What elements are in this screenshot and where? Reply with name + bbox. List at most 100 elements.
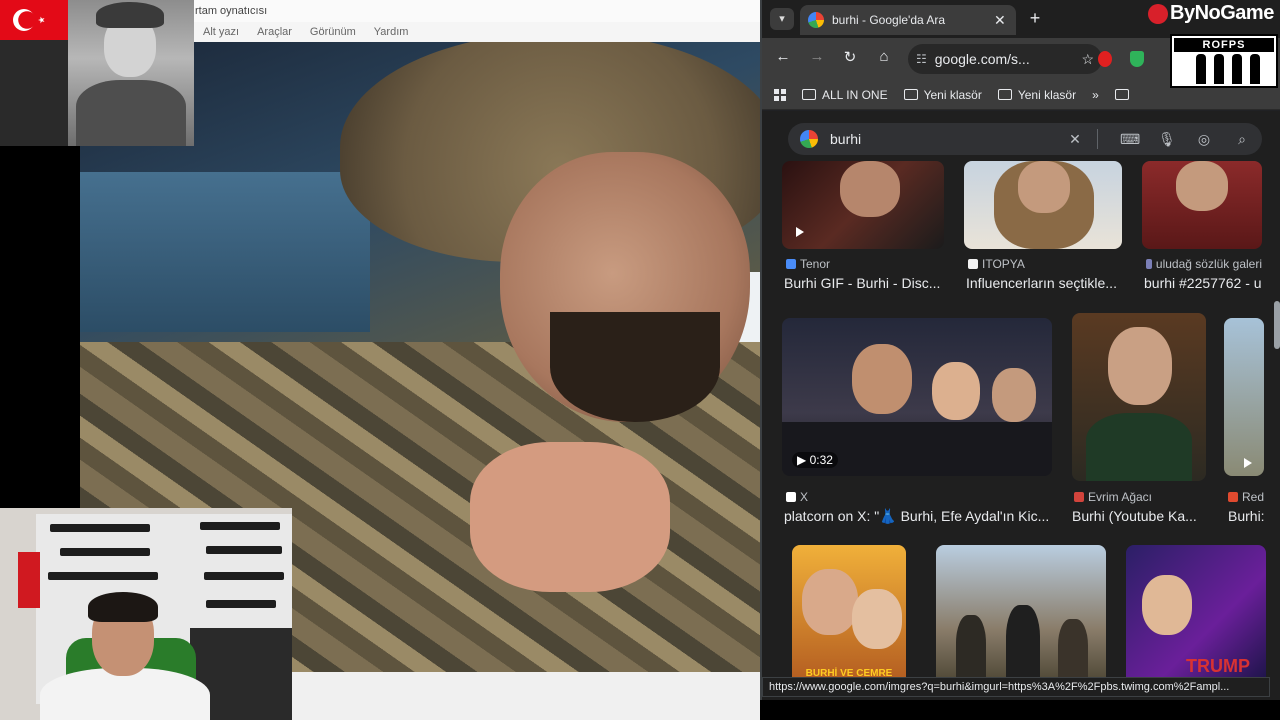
play-icon	[796, 227, 804, 237]
play-icon	[1244, 458, 1252, 468]
shield-extension-icon[interactable]	[1130, 51, 1144, 67]
result-source: Red	[1228, 490, 1268, 504]
thumb-figure	[1006, 605, 1040, 685]
tab-close-icon[interactable]: ✕	[994, 12, 1008, 29]
google-g-icon	[800, 130, 818, 148]
result-source: ITOPYA	[968, 257, 1025, 271]
thumb-face	[1108, 327, 1172, 405]
search-query[interactable]: burhi	[830, 131, 1045, 147]
portrait-coat	[76, 80, 186, 146]
bookmark-folder-yeni-2[interactable]: Yeni klasör	[997, 87, 1077, 102]
home-icon[interactable]: ⌂	[873, 48, 895, 65]
tenor-favicon-icon	[786, 259, 796, 269]
thumb-face	[852, 344, 912, 414]
bynogame-logo-text: ByNoGame	[1170, 2, 1274, 24]
rofps-logo-text: ROFPS AIRSOFT	[1174, 38, 1274, 65]
result-source: X	[786, 490, 808, 504]
menu-subtitles[interactable]: Alt yazı	[203, 26, 239, 38]
airsoft-rifle-icon	[204, 572, 284, 580]
thumb-face	[840, 161, 900, 217]
bookmark-label: ALL IN ONE	[822, 87, 888, 102]
result-source: Evrim Ağacı	[1074, 490, 1152, 504]
link-status-bar: https://www.google.com/imgres?q=burhi&im…	[762, 677, 1270, 697]
player-menu-bar: Alt yazı Araçlar Görünüm Yardım	[193, 22, 760, 42]
folder-icon[interactable]	[1114, 89, 1129, 100]
airsoft-rifle-icon	[50, 524, 150, 532]
apps-grid-icon[interactable]	[774, 88, 786, 101]
menu-help[interactable]: Yardım	[374, 26, 409, 38]
soldier-silhouette-icon	[1232, 54, 1242, 84]
result-title[interactable]: Burhi:	[1228, 508, 1268, 524]
thumb-face	[1142, 575, 1192, 635]
thumb-face	[1018, 161, 1070, 213]
thumb-face	[992, 368, 1036, 422]
image-result-thumb[interactable]	[782, 161, 944, 249]
result-source: Tenor	[786, 257, 830, 271]
turkish-flag-icon	[0, 0, 68, 40]
thumb-figure	[956, 615, 986, 685]
result-title[interactable]: Burhi (Youtube Ka...	[1072, 508, 1212, 524]
thumb-robe	[1086, 413, 1192, 481]
thumb-face	[802, 569, 858, 635]
search-icon[interactable]: ⌕	[1234, 131, 1250, 148]
airsoft-rifle-icon	[206, 546, 282, 554]
bookmark-star-icon[interactable]: ☆	[1081, 51, 1094, 68]
rofps-airsoft-logo: ROFPS AIRSOFT	[1170, 34, 1278, 88]
bookmark-label: Yeni klasör	[923, 87, 982, 102]
extension-red-icon[interactable]	[1098, 51, 1112, 67]
forward-arrow-icon[interactable]: →	[806, 48, 828, 65]
image-result-thumb[interactable]: TRUMP	[1126, 545, 1266, 685]
soldier-silhouette-icon	[1196, 54, 1206, 84]
itopya-favicon-icon	[968, 259, 978, 269]
result-title[interactable]: Burhi GIF - Burhi - Disc...	[784, 275, 944, 291]
result-source: uludağ sözlük galeri	[1146, 257, 1262, 271]
image-result-thumb[interactable]	[964, 161, 1122, 249]
result-title[interactable]: Influencerların seçtikle...	[966, 275, 1122, 291]
image-result-thumb[interactable]	[1224, 318, 1264, 476]
folder-icon	[802, 89, 816, 100]
evrim-agaci-favicon-icon	[1074, 492, 1084, 502]
address-bar[interactable]: ☷ google.com/s... ☆	[908, 44, 1102, 74]
more-bookmarks-button[interactable]: »	[1092, 88, 1099, 102]
menu-view[interactable]: Görünüm	[310, 26, 356, 38]
microphone-icon[interactable]: 🎙	[1158, 131, 1176, 148]
page-scrollbar[interactable]	[1274, 301, 1280, 349]
airsoft-rifle-icon	[206, 600, 276, 608]
thumb-face	[1176, 161, 1228, 211]
player-title: rtam oynatıcısı	[193, 0, 760, 22]
bookmark-folder-yeni-1[interactable]: Yeni klasör	[903, 87, 982, 102]
tab-title: burhi - Google'da Ara	[832, 13, 946, 27]
image-result-thumb[interactable]	[1072, 313, 1206, 481]
desktop-stream-layout: rtam oynatıcısı Alt yazı Araçlar Görünüm…	[0, 0, 1280, 720]
result-title[interactable]: platcorn on X: "👗 Burhi, Efe Aydal'ın Ki…	[784, 508, 1054, 525]
search-results-page: burhi ✕ ⌨ 🎙 ◎ ⌕ Tenor Burhi GIF - Burhi …	[762, 111, 1280, 700]
image-result-thumb[interactable]	[936, 545, 1106, 685]
image-result-thumb[interactable]	[1142, 161, 1262, 249]
thumb-badge: TRUMP	[1186, 656, 1250, 676]
thumb-face	[852, 589, 902, 649]
chrome-browser-window: ▾ burhi - Google'da Ara ✕ + ← → ↻ ⌂ ☷ go…	[760, 0, 1280, 700]
site-settings-icon[interactable]: ☷	[916, 52, 927, 66]
keyboard-icon[interactable]: ⌨	[1120, 131, 1140, 148]
new-tab-plus-icon[interactable]: +	[1024, 8, 1046, 29]
google-search-box[interactable]: burhi ✕ ⌨ 🎙 ◎ ⌕	[788, 123, 1262, 155]
back-arrow-icon[interactable]: ←	[772, 48, 794, 65]
bookmark-label: Yeni klasör	[1017, 87, 1077, 102]
portrait-cap	[96, 2, 164, 28]
google-favicon-icon	[808, 12, 824, 28]
bookmark-folder-all-in-one[interactable]: ALL IN ONE	[802, 88, 888, 102]
uludag-favicon-icon	[1146, 259, 1152, 269]
result-title[interactable]: burhi #2257762 - ulu	[1144, 275, 1262, 291]
airsoft-rifle-icon	[48, 572, 158, 580]
bynogame-logo-icon	[1148, 4, 1168, 24]
lens-camera-icon[interactable]: ◎	[1196, 131, 1212, 148]
tab-search-chevron-icon[interactable]: ▾	[770, 8, 794, 30]
image-result-thumb[interactable]: BURHİ VE CEMRE	[792, 545, 906, 685]
image-result-thumb[interactable]: ▶ 0:32	[782, 318, 1052, 476]
tab-google-search[interactable]: burhi - Google'da Ara ✕	[800, 5, 1016, 35]
clear-search-icon[interactable]: ✕	[1067, 131, 1083, 148]
reload-icon[interactable]: ↻	[839, 48, 861, 66]
menu-tools[interactable]: Araçlar	[257, 26, 292, 38]
searchbar-divider	[1097, 129, 1098, 149]
soldier-silhouette-icon	[1250, 54, 1260, 84]
